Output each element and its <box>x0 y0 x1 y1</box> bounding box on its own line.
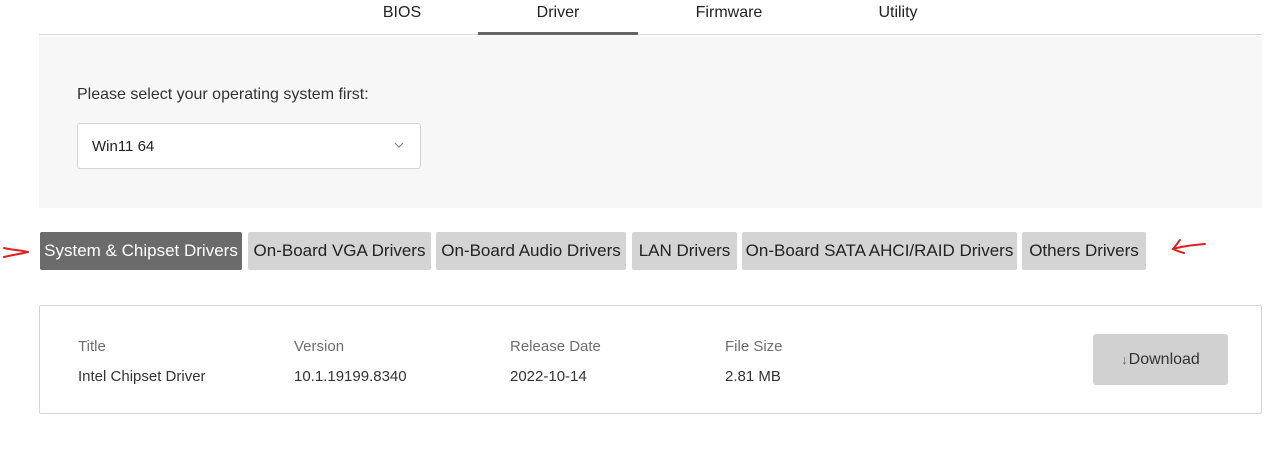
top-tab-bar: BIOS Driver Firmware Utility <box>39 0 1262 35</box>
category-onboard-audio-drivers[interactable]: On-Board Audio Drivers <box>436 232 626 270</box>
os-selector-label: Please select your operating system firs… <box>77 86 369 103</box>
driver-version: 10.1.19199.8340 <box>294 368 407 385</box>
category-system-chipset-drivers[interactable]: System & Chipset Drivers <box>40 232 242 270</box>
driver-row-card: Title Version Release Date File Size Int… <box>39 305 1262 414</box>
tab-bios[interactable]: BIOS <box>322 0 482 35</box>
tab-driver[interactable]: Driver <box>478 0 638 35</box>
driver-title: Intel Chipset Driver <box>78 368 206 385</box>
arrow-down-icon: ↓ <box>1121 352 1128 367</box>
category-others-drivers[interactable]: Others Drivers <box>1022 232 1146 270</box>
download-label: Download <box>1128 351 1200 368</box>
category-onboard-sata-drivers[interactable]: On-Board SATA AHCI/RAID Drivers <box>742 232 1017 270</box>
tab-utility[interactable]: Utility <box>818 0 978 35</box>
column-header-title: Title <box>78 338 106 355</box>
column-header-release-date: Release Date <box>510 338 601 355</box>
os-select-dropdown[interactable]: Win11 64 <box>77 123 421 169</box>
driver-file-size: 2.81 MB <box>725 368 781 385</box>
category-lan-drivers[interactable]: LAN Drivers <box>632 232 737 270</box>
chevron-down-icon <box>394 142 404 148</box>
driver-release-date: 2022-10-14 <box>510 368 587 385</box>
download-button[interactable]: ↓Download <box>1093 334 1228 385</box>
os-selector-panel: Please select your operating system firs… <box>39 36 1262 208</box>
category-onboard-vga-drivers[interactable]: On-Board VGA Drivers <box>248 232 431 270</box>
annotation-arrow-right-icon <box>3 247 29 258</box>
annotation-arrow-left-icon <box>1171 239 1206 254</box>
column-header-version: Version <box>294 338 345 355</box>
column-header-file-size: File Size <box>725 338 783 355</box>
tab-firmware[interactable]: Firmware <box>649 0 809 35</box>
os-select-value: Win11 64 <box>92 138 155 155</box>
